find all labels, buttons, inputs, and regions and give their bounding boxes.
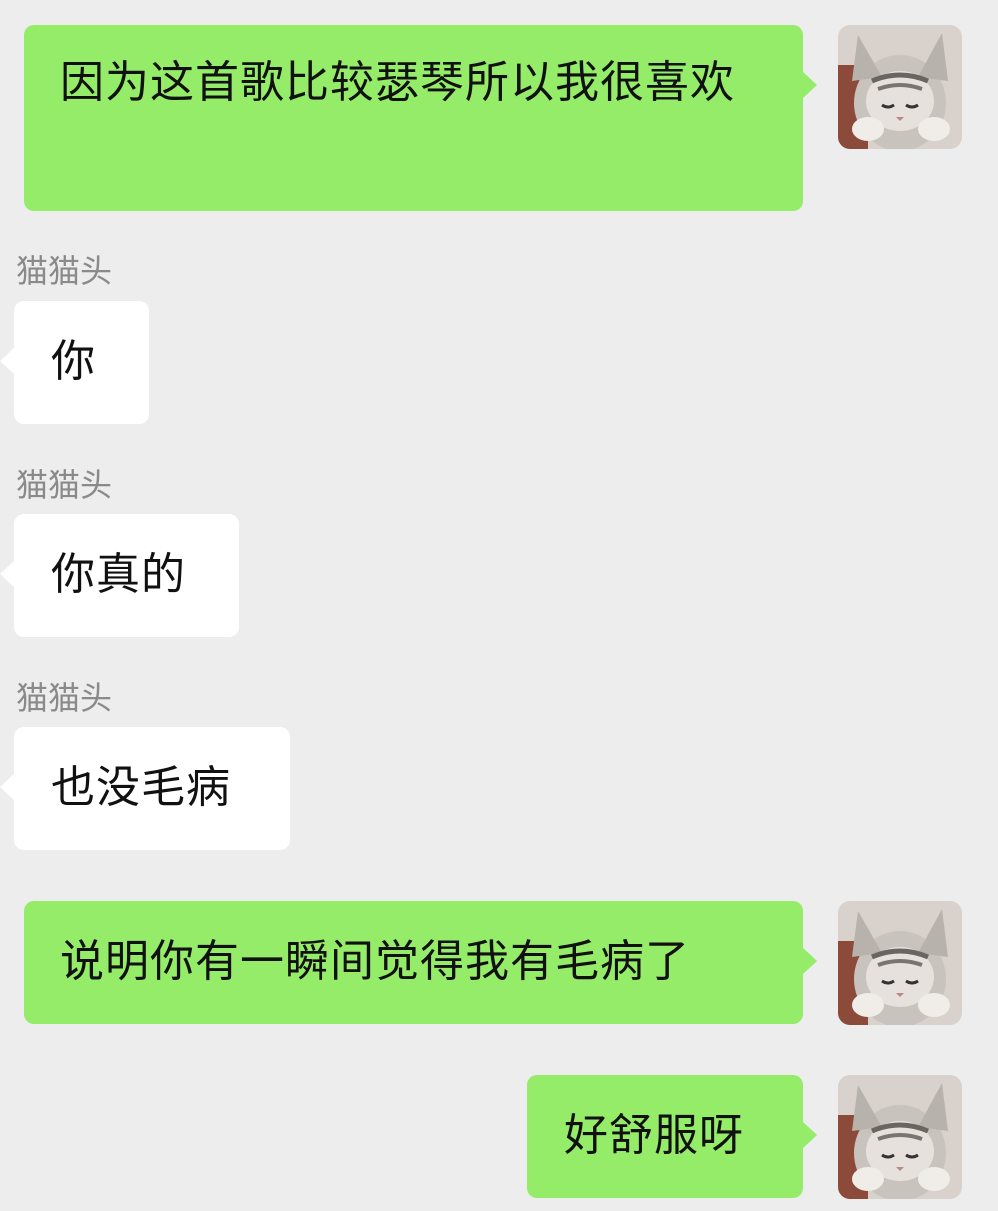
- sender-name: 猫猫头: [16, 679, 113, 717]
- self-avatar[interactable]: [838, 901, 962, 1025]
- outgoing-message-bubble[interactable]: 好舒服呀: [527, 1075, 817, 1198]
- incoming-message-bubble[interactable]: 你真的: [0, 514, 239, 637]
- message-text: 因为这首歌比较瑟琴所以我很喜欢: [60, 57, 735, 108]
- self-avatar[interactable]: [838, 1075, 962, 1199]
- cat-avatar-icon: [838, 25, 962, 149]
- outgoing-message-bubble[interactable]: 因为这首歌比较瑟琴所以我很喜欢: [24, 25, 817, 211]
- message-text: 也没毛病: [51, 762, 231, 813]
- cat-avatar-icon: [838, 901, 962, 1025]
- self-avatar[interactable]: [838, 25, 962, 149]
- sender-name: 猫猫头: [16, 466, 113, 504]
- cat-avatar-icon: [838, 1075, 962, 1199]
- incoming-message-bubble[interactable]: 你: [0, 301, 149, 424]
- message-text: 你: [51, 336, 96, 387]
- sender-name: 猫猫头: [16, 252, 113, 290]
- message-text: 你真的: [51, 549, 186, 600]
- incoming-message-bubble[interactable]: 也没毛病: [0, 727, 290, 850]
- outgoing-message-bubble[interactable]: 说明你有一瞬间觉得我有毛病了: [24, 901, 817, 1024]
- message-text: 说明你有一瞬间觉得我有毛病了: [60, 936, 690, 987]
- message-text: 好舒服呀: [564, 1110, 744, 1161]
